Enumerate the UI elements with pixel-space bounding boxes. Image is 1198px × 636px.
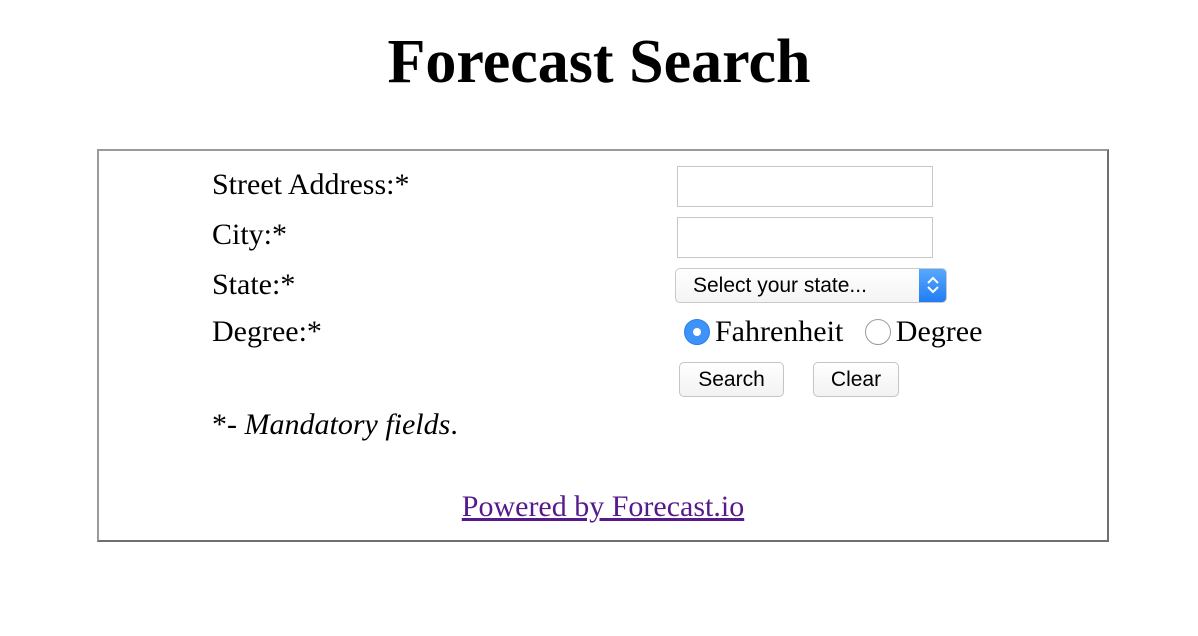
page: Forecast Search Street Address:* City:* … [0, 0, 1198, 636]
radio-checked-icon[interactable] [684, 319, 710, 345]
clear-button[interactable]: Clear [813, 362, 899, 397]
radio-fahrenheit-label: Fahrenheit [715, 315, 844, 348]
radio-fahrenheit[interactable]: Fahrenheit [684, 314, 843, 350]
page-title: Forecast Search [387, 28, 811, 96]
mandatory-note: *- Mandatory fields. [212, 408, 458, 442]
search-button[interactable]: Search [679, 362, 784, 397]
degree-radio-group: Fahrenheit Degree [684, 314, 996, 350]
street-address-input[interactable] [677, 166, 933, 207]
state-label: State:* [212, 268, 296, 301]
footer: Powered by Forecast.io [99, 489, 1107, 525]
powered-by-link[interactable]: Powered by Forecast.io [462, 490, 744, 523]
mandatory-note-suffix: . [450, 408, 458, 441]
mandatory-note-emphasis: Mandatory fields [244, 408, 451, 441]
state-select-value: Select your state... [693, 274, 867, 297]
radio-degree-label: Degree [895, 315, 983, 348]
mandatory-note-prefix: *- [212, 408, 245, 441]
forecast-form: Street Address:* City:* State:* Select y… [97, 149, 1109, 542]
select-updown-icon [919, 269, 946, 302]
state-select[interactable]: Select your state... [675, 268, 947, 303]
city-label: City:* [212, 218, 288, 251]
city-input[interactable] [677, 217, 933, 258]
street-address-label: Street Address:* [212, 168, 410, 201]
radio-unchecked-icon[interactable] [864, 319, 891, 345]
degree-label: Degree:* [212, 315, 322, 348]
radio-degree[interactable]: Degree [864, 314, 983, 350]
